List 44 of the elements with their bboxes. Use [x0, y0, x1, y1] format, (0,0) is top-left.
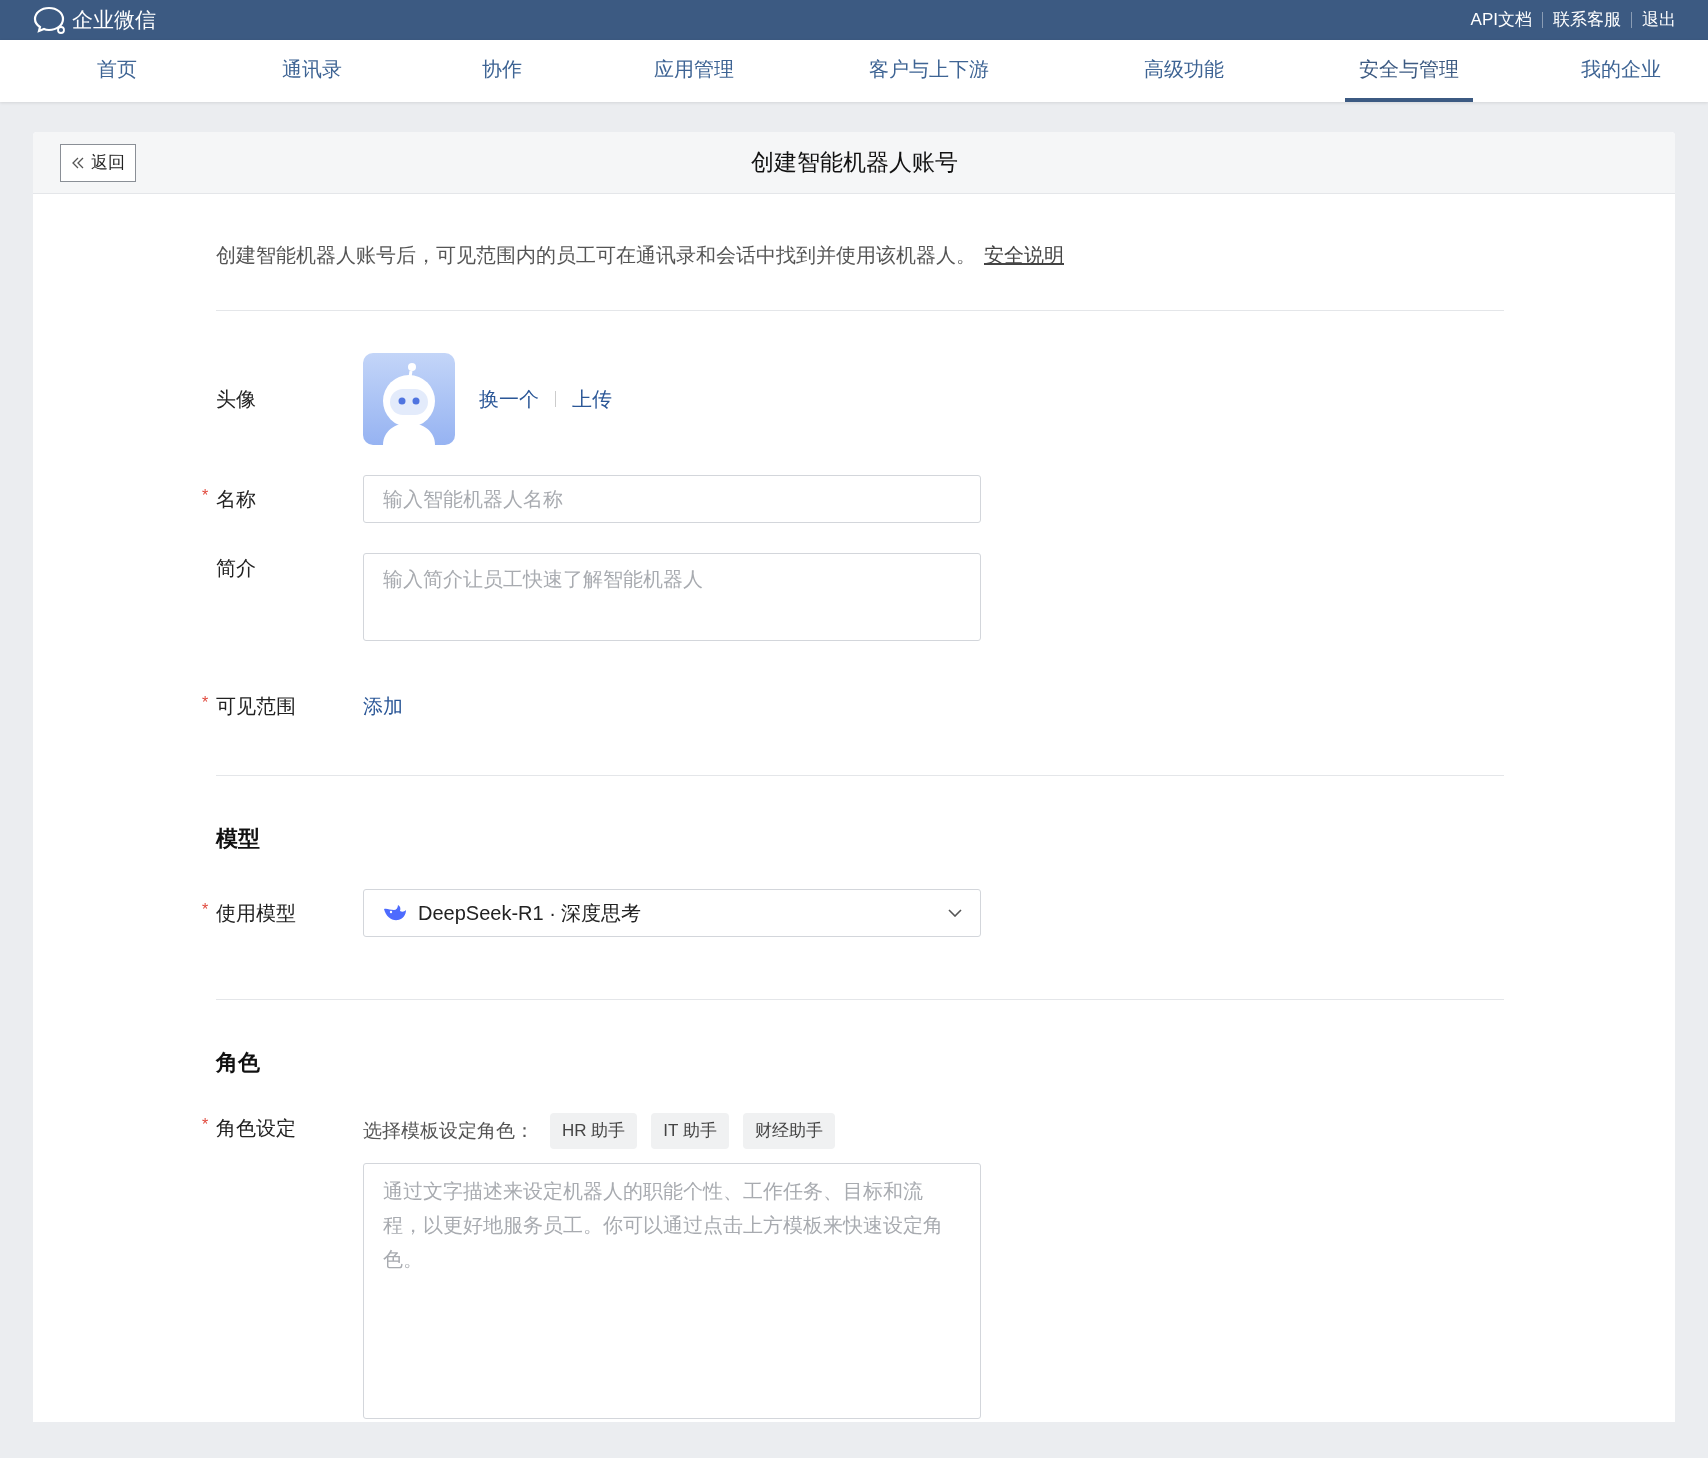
top-link[interactable]: API文档	[1470, 7, 1532, 33]
required-asterisk: *	[202, 693, 209, 713]
role-textarea[interactable]: 通过文字描述来设定机器人的职能个性、工作任务、目标和流程，以更好地服务员工。你可以通过点击上方模板来快速设定角色。	[363, 1163, 981, 1419]
top-link[interactable]: 退出	[1642, 7, 1676, 33]
whale-icon	[382, 903, 408, 923]
double-chevron-left-icon	[71, 157, 85, 169]
chat-bubble-logo-icon	[32, 5, 68, 35]
field-label: 头像	[216, 388, 256, 410]
section-title: 模型	[216, 825, 261, 853]
template-chip[interactable]: IT 助手	[651, 1113, 729, 1149]
model-value: DeepSeek-R1 · 深度思考	[418, 901, 642, 926]
back-button[interactable]: 返回	[60, 144, 136, 182]
top-link[interactable]: 联系客服	[1553, 7, 1621, 33]
avatar-action-link[interactable]: 换一个	[479, 384, 539, 414]
template-chip[interactable]: HR 助手	[550, 1113, 638, 1149]
field-label: 角色设定	[216, 1117, 296, 1139]
field-label: 名称	[216, 488, 256, 510]
nav-tab[interactable]: 客户与上下游	[855, 40, 1003, 102]
field-label: 简介	[216, 557, 256, 579]
avatar-action-link[interactable]: 上传	[572, 384, 612, 414]
page-title: 创建智能机器人账号	[750, 148, 958, 178]
name-input-field[interactable]: 输入智能机器人名称	[363, 475, 981, 523]
section-title: 角色	[216, 1049, 261, 1077]
field-label: 可见范围	[216, 695, 296, 717]
model-select[interactable]: DeepSeek-R1 · 深度思考	[363, 889, 981, 937]
required-asterisk: *	[202, 900, 209, 920]
nav-tab[interactable]: 我的企业	[1567, 40, 1675, 102]
chevron-down-icon	[948, 909, 962, 917]
template-chip[interactable]: 财经助手	[742, 1113, 835, 1149]
security-link[interactable]: 安全说明	[984, 240, 1064, 270]
nav-tab[interactable]: 安全与管理	[1345, 40, 1473, 102]
nav-tab[interactable]: 高级功能	[1130, 40, 1238, 102]
intro-textarea[interactable]: 输入简介让员工快速了解智能机器人	[363, 553, 981, 641]
add-link[interactable]: 添加	[363, 695, 403, 717]
nav-tab[interactable]: 通讯录	[268, 40, 356, 102]
intro-text: 创建智能机器人账号后，可见范围内的员工可在通讯录和会话中找到并使用该机器人。	[216, 243, 976, 268]
template-prompt: 选择模板设定角色：	[363, 1118, 534, 1143]
nav-tab[interactable]: 协作	[468, 40, 536, 102]
field-label: 使用模型	[216, 902, 296, 924]
required-asterisk: *	[202, 486, 209, 506]
nav-tab[interactable]: 应用管理	[640, 40, 748, 102]
required-asterisk: *	[202, 1115, 209, 1135]
logo-text: 企业微信	[72, 7, 156, 34]
nav-tab[interactable]: 首页	[83, 40, 151, 102]
